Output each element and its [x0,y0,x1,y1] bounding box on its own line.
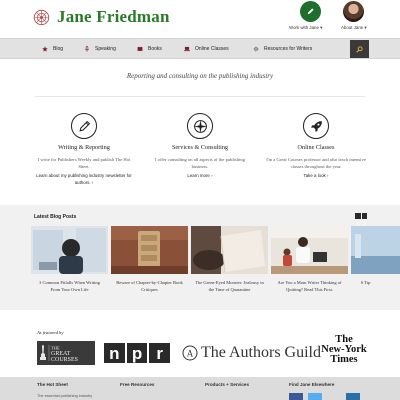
twitter-icon[interactable] [308,393,322,400]
svg-text:COURSES: COURSES [51,357,78,363]
post-thumbnail[interactable] [351,226,400,274]
service-writing: Writing & Reporting I write for Publishe… [34,113,134,186]
service-title: Services & Consulting [171,144,229,151]
rocket-icon [303,113,329,139]
service-online-classes: Online Classes I'm a Great Courses profe… [266,113,366,180]
main-nav: Blog Speaking Books Online Classes Resou… [0,38,400,59]
post-thumbnail[interactable] [271,226,348,274]
post-title[interactable]: Beware of Chapter-by-Chapter Book Critiq… [111,279,188,293]
nyt-logo: The New-York Times [320,334,368,365]
carousel-prev-button[interactable] [355,213,361,226]
post-thumbnail[interactable] [111,226,188,274]
post-thumbnail[interactable] [31,226,108,274]
site-title[interactable]: Jane Friedman [57,7,170,27]
nyt-line: Times [330,354,358,365]
carousel-arrows [355,213,367,226]
blog-post-card[interactable]: 3 Common Pitfalls When Writing From Your… [31,226,108,304]
service-text: I write for Publishers Weekly and publis… [37,157,131,169]
logo-emblem-icon[interactable] [33,9,50,26]
work-with-jane-button[interactable] [300,1,321,22]
footer-heading-free-resources[interactable]: Free Resources [120,382,154,387]
post-title[interactable]: The Green-Eyed Monster: Jealousy in the … [191,279,268,293]
service-consulting: Services & Consulting I offer consulting… [150,113,250,180]
blog-post-card[interactable]: Are You a Mom Writer Thinking of Quittin… [271,226,348,304]
pencil-icon [307,8,314,15]
footer-heading-products[interactable]: Products + Services [205,382,249,387]
svg-text:A: A [187,349,194,359]
footer-heading-hot-sheet[interactable]: The Hot Sheet [37,382,68,387]
site-header: Jane Friedman Work with Jane ▾ About Jan… [0,0,400,38]
pencil-icon [71,113,97,139]
service-link[interactable]: Learn more › [150,173,250,180]
avatar[interactable] [343,1,364,22]
blog-post-card[interactable]: 6 Tip [351,226,400,304]
linkedin-icon[interactable] [346,393,360,400]
nav-item-resources[interactable]: Resources for Writers [253,46,312,52]
npr-letter: p [126,343,148,363]
star-icon [42,46,48,52]
footer-heading-find-jane[interactable]: Find Jane Elsewhere [289,382,334,387]
nav-item-label: Blog [53,46,64,52]
npr-letter: n [104,343,125,363]
search-icon [356,45,363,53]
service-title: Online Classes [297,144,335,151]
blog-post-card[interactable]: Beware of Chapter-by-Chapter Book Critiq… [111,226,188,304]
nav-item-speaking[interactable]: Speaking [84,46,116,52]
authors-guild-emblem-icon: A [182,345,198,361]
post-title[interactable]: 6 Tip [351,279,400,286]
book-icon [137,46,143,52]
microphone-icon [84,46,90,52]
nav-item-blog[interactable]: Blog [42,46,63,52]
blog-post-card[interactable]: The Green-Eyed Monster: Jealousy in the … [191,226,268,304]
authors-guild-logo: A The Authors Guild [182,344,321,362]
post-title[interactable]: Are You a Mom Writer Thinking of Quittin… [271,279,348,293]
authors-guild-text: The Authors Guild [201,344,321,361]
post-title[interactable]: 3 Common Pitfalls When Writing From Your… [31,279,108,293]
post-thumbnail[interactable] [191,226,268,274]
nav-item-label: Online Classes [195,46,229,52]
divider [35,96,365,97]
compass-icon [187,113,213,139]
npr-letter: r [149,343,171,363]
tagline: Reporting and consulting on the publishi… [126,72,274,80]
featured-label: As featured by [37,330,64,335]
nav-item-online-classes[interactable]: Online Classes [184,46,229,52]
npr-logo: n p r [104,343,171,363]
nav-item-label: Resources for Writers [264,46,313,52]
footer-hot-sheet-text: The essential publishing industry [37,394,93,398]
facebook-icon[interactable] [289,393,303,400]
search-button[interactable] [350,40,369,58]
nav-item-books[interactable]: Books [137,46,162,52]
great-courses-logo: THE GREAT COURSES [37,341,95,365]
laptop-icon [184,46,190,52]
carousel-next-button[interactable] [361,213,367,226]
service-title: Writing & Reporting [58,144,110,151]
gear-icon [253,46,259,52]
nav-item-label: Speaking [95,46,116,52]
service-link[interactable]: Take a look › [266,173,366,180]
service-link[interactable]: Learn about my publishing industry newsl… [34,173,134,186]
blog-heading: Latest Blog Posts [34,214,77,220]
service-text: I'm a Great Courses professor and also t… [266,157,366,169]
service-text: I offer consulting on all aspects of the… [155,157,245,169]
svg-text:THE: THE [51,346,60,351]
nav-item-label: Books [148,46,162,52]
work-with-jane-label[interactable]: Work with Jane ▾ [289,25,322,31]
about-jane-label[interactable]: About Jane ▾ [341,25,367,31]
